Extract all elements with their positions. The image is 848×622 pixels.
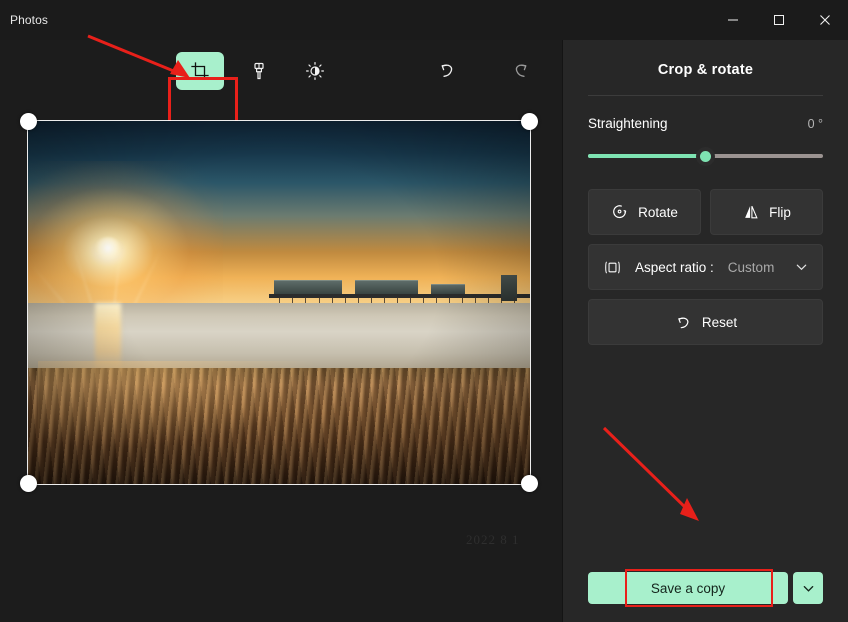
redo-button[interactable] — [500, 52, 542, 90]
reset-label: Reset — [701, 314, 738, 330]
straightening-row: Straightening 0 ° — [588, 116, 823, 131]
aspect-ratio-value: Custom — [727, 259, 775, 275]
flip-button[interactable]: Flip — [710, 189, 823, 235]
close-icon — [820, 15, 830, 25]
history-tools — [426, 40, 542, 102]
crop-handle-bottom-left[interactable] — [20, 475, 37, 492]
minimize-icon — [728, 19, 738, 21]
crop-handle-top-left[interactable] — [20, 113, 37, 130]
photo-vignette — [28, 121, 530, 484]
tool-adjustment[interactable] — [294, 52, 336, 90]
save-options-dropdown-button[interactable] — [793, 572, 823, 604]
photo-image — [28, 121, 530, 484]
straightening-slider[interactable] — [588, 145, 823, 167]
brightness-icon — [306, 62, 324, 80]
title-bar-drag-region[interactable] — [48, 0, 710, 40]
save-row: Save a copy — [588, 569, 823, 607]
photo-crop-region[interactable] — [20, 113, 538, 492]
reset-button[interactable]: Reset — [588, 299, 823, 345]
crop-handle-bottom-right[interactable] — [521, 475, 538, 492]
panel-divider — [588, 95, 823, 96]
undo-button[interactable] — [426, 52, 468, 90]
aspect-ratio-dropdown[interactable]: Aspect ratio : Custom — [588, 244, 823, 290]
straightening-label: Straightening — [588, 116, 668, 131]
editor-tools — [176, 52, 336, 90]
app-title: Photos — [10, 13, 48, 27]
tool-crop-rotate[interactable] — [176, 52, 224, 90]
flip-icon — [745, 205, 758, 219]
panel-title: Crop & rotate — [657, 62, 754, 78]
main-split: Crop & rotate Straightening 0 ° Rotate F… — [0, 40, 848, 622]
rotate-flip-row: Rotate Flip — [588, 189, 823, 235]
crop-rotate-panel: Crop & rotate Straightening 0 ° Rotate F… — [562, 40, 848, 622]
editor-toolbar — [0, 40, 562, 139]
slider-fill — [588, 154, 706, 158]
rotate-icon — [613, 205, 627, 219]
undo-icon — [441, 64, 453, 77]
aspect-ratio-icon — [605, 260, 620, 274]
crop-icon — [191, 62, 209, 80]
maximize-icon — [774, 15, 784, 25]
title-bar: Photos — [0, 0, 848, 40]
minimize-button[interactable] — [710, 0, 756, 40]
aspect-ratio-label: Aspect ratio : — [635, 259, 714, 275]
save-a-copy-button[interactable]: Save a copy — [588, 572, 788, 604]
close-button[interactable] — [802, 0, 848, 40]
chevron-down-icon — [803, 585, 813, 592]
caption-buttons — [710, 0, 848, 40]
paintbrush-icon — [254, 62, 264, 80]
slider-thumb[interactable] — [696, 146, 715, 166]
photo-date-watermark: 2022 8 1 — [466, 532, 520, 547]
maximize-button[interactable] — [756, 0, 802, 40]
tool-markup[interactable] — [238, 52, 280, 90]
rotate-button[interactable]: Rotate — [588, 189, 701, 235]
chevron-down-icon — [795, 261, 808, 274]
flip-label: Flip — [769, 204, 791, 220]
photos-app-window: Photos Crop & rotate Straightening 0 ° R… — [0, 0, 848, 622]
crop-handle-top-right[interactable] — [521, 113, 538, 130]
rotate-label: Rotate — [638, 204, 678, 220]
panel-spacer — [588, 345, 823, 572]
redo-icon — [515, 64, 527, 77]
straightening-value: 0 ° — [807, 117, 823, 131]
reset-icon — [678, 317, 689, 328]
